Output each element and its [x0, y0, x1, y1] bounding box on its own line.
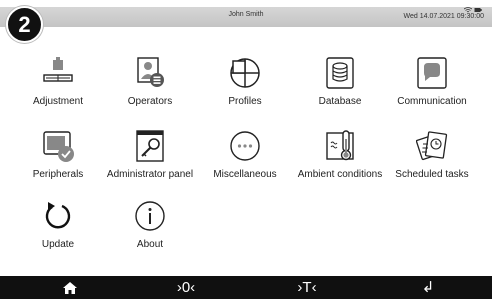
top-bar: John Smith Wed 14.07.2021 09:30:00 2 [0, 0, 492, 43]
tile-label: Scheduled tasks [395, 169, 469, 180]
info-icon [134, 200, 166, 232]
tile-label: Communication [397, 96, 467, 107]
tile-label: Profiles [228, 96, 262, 107]
tile-label: Miscellaneous [213, 169, 277, 180]
update-icon [42, 200, 74, 232]
miscellaneous-dots-icon [229, 130, 261, 162]
page-badge: 2 [6, 6, 43, 43]
tile-label: Administrator panel [106, 169, 194, 180]
tile-label: About [136, 239, 164, 250]
tile-label: Ambient conditions [297, 169, 383, 180]
profiles-icon [229, 57, 261, 89]
tile-label: Peripherals [32, 169, 84, 180]
communication-icon [416, 57, 448, 89]
tile-label: Database [318, 96, 362, 107]
administrator-key-icon [134, 130, 166, 162]
database-icon [324, 57, 356, 89]
adjustment-weight-icon [42, 57, 74, 89]
enter-button[interactable]: ↲ [378, 276, 478, 299]
zero-button[interactable]: ›0‹ [136, 276, 236, 299]
peripherals-icon [42, 130, 74, 162]
scheduled-tasks-icon [415, 130, 448, 162]
bottom-nav-bar: ›0‹ ›T‹ ↲ [0, 276, 492, 299]
tile-label: Adjustment [32, 96, 84, 107]
tare-button[interactable]: ›T‹ [257, 276, 357, 299]
home-button[interactable] [20, 276, 120, 299]
tile-label: Update [41, 239, 75, 250]
tile-label: Operators [127, 96, 173, 107]
home-icon [63, 279, 77, 296]
ambient-thermometer-icon [324, 130, 356, 162]
operators-icon [134, 57, 166, 89]
date-time: Wed 14.07.2021 09:30:00 [403, 13, 484, 20]
